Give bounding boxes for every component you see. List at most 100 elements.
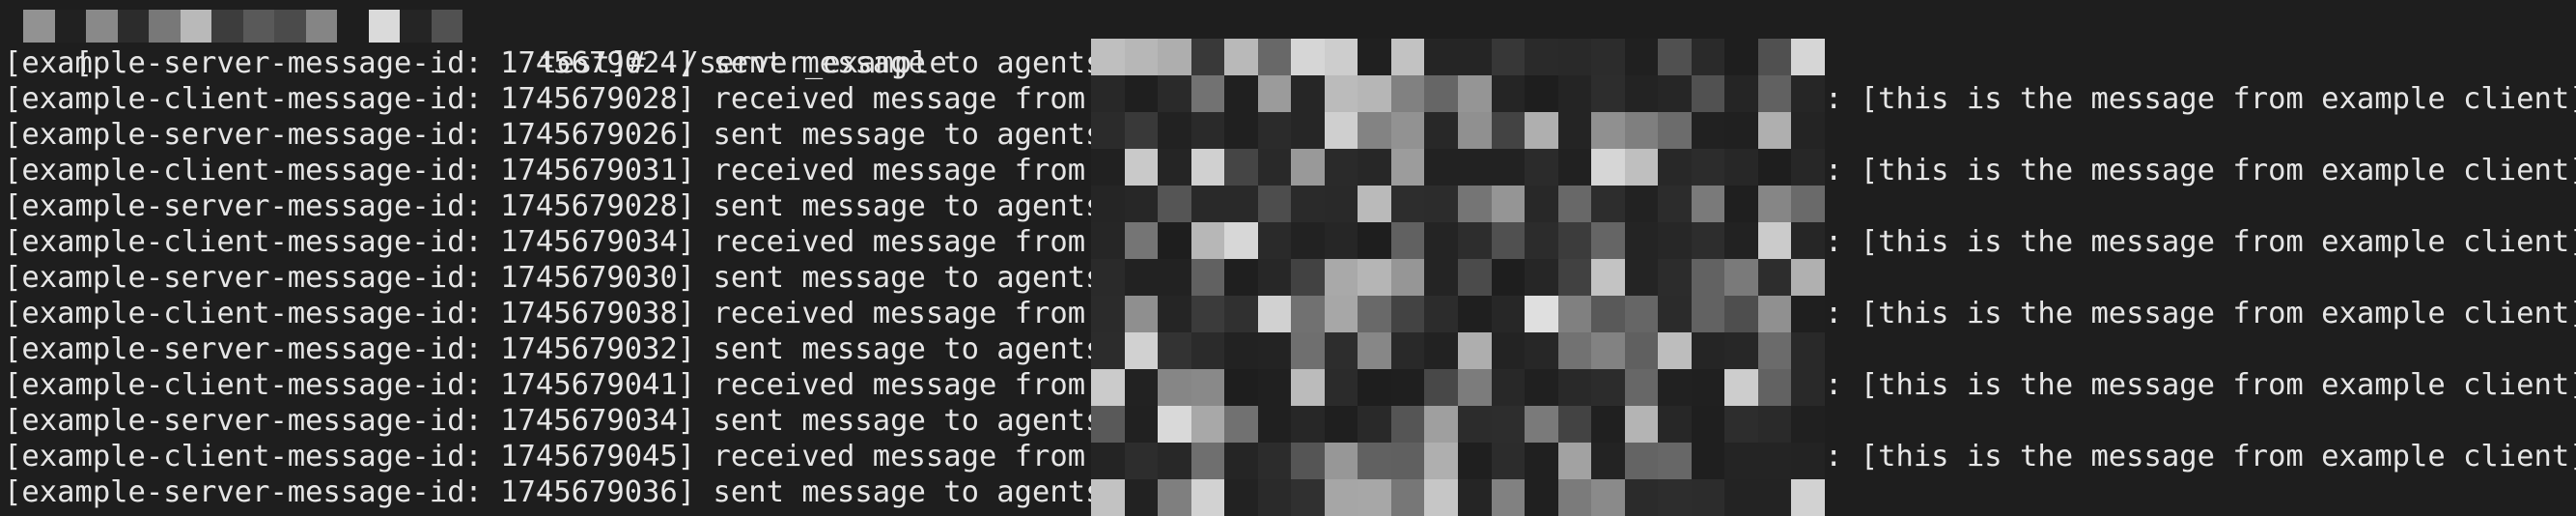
mosaic-tile <box>1091 332 1125 369</box>
mosaic-tile <box>1190 296 1225 332</box>
mosaic-tile <box>1091 222 1125 259</box>
mosaic-tile <box>1224 39 1259 75</box>
mosaic-tile <box>1691 222 1725 259</box>
mosaic-tile <box>1658 112 1693 149</box>
mosaic-tile <box>1791 222 1825 259</box>
mosaic-tile <box>1358 406 1392 443</box>
mosaic-tile <box>1358 259 1392 296</box>
log-line: [example-server-message-id: 1745679024] … <box>4 45 1121 81</box>
mosaic-tile <box>1158 186 1192 222</box>
mosaic-tile <box>1324 479 1358 516</box>
mosaic-tile <box>1091 406 1125 443</box>
mosaic-tile <box>1324 332 1358 369</box>
log-line: [example-client-message-id: 1745679041] … <box>4 367 1121 403</box>
mosaic-tile <box>1424 75 1459 112</box>
log-line-message: : [this is the message from example clie… <box>1825 368 2576 402</box>
log-line: [example-client-message-id: 1745679045] … <box>4 439 1121 474</box>
mosaic-tile <box>1091 75 1125 112</box>
mosaic-tile <box>1224 296 1259 332</box>
mosaic-tile <box>1458 39 1492 75</box>
mosaic-tile <box>1358 222 1392 259</box>
terminal-window[interactable]: [ test]# ./server_example [example-serve… <box>0 0 2576 516</box>
mosaic-tile <box>1158 443 1192 479</box>
mosaic-tile <box>274 10 306 43</box>
log-line: [example-server-message-id: 1745679026] … <box>4 117 1121 153</box>
mosaic-tile <box>1658 149 1693 186</box>
mosaic-tile <box>1190 112 1225 149</box>
mosaic-tile <box>1724 259 1759 296</box>
log-line-text: [example-client-message-id: 1745679031] … <box>4 154 1121 187</box>
mosaic-tile <box>1658 39 1693 75</box>
mosaic-tile <box>1124 186 1159 222</box>
mosaic-tile <box>1291 39 1326 75</box>
log-line-text: [example-server-message-id: 1745679026] … <box>4 118 1121 152</box>
mosaic-tile <box>1257 479 1292 516</box>
mosaic-tile <box>1491 479 1526 516</box>
mosaic-tile <box>1525 186 1559 222</box>
mosaic-tile <box>1757 39 1792 75</box>
mosaic-tile <box>1158 149 1192 186</box>
mosaic-tile <box>1390 406 1425 443</box>
mosaic-tile <box>1591 369 1626 406</box>
mosaic-tile <box>1691 259 1725 296</box>
mosaic-tile <box>1658 406 1693 443</box>
mosaic-tile <box>1724 296 1759 332</box>
log-line-text: [example-client-message-id: 1745679041] … <box>4 368 1121 402</box>
mosaic-tile <box>1091 149 1125 186</box>
mosaic-tile <box>1224 259 1259 296</box>
mosaic-tile <box>1557 443 1592 479</box>
mosaic-tile <box>1158 332 1192 369</box>
mosaic-tile <box>1257 149 1292 186</box>
mosaic-tile <box>1791 112 1825 149</box>
mosaic-tile <box>1091 39 1125 75</box>
mosaic-tile <box>1624 186 1659 222</box>
mosaic-tile <box>1591 296 1626 332</box>
redacted-agent-info <box>1091 39 1825 516</box>
mosaic-tile <box>1091 479 1125 516</box>
mosaic-tile <box>1458 479 1492 516</box>
mosaic-tile <box>1458 75 1492 112</box>
mosaic-tile <box>1224 443 1259 479</box>
mosaic-tile <box>1591 443 1626 479</box>
mosaic-tile <box>1757 332 1792 369</box>
mosaic-tile <box>1291 259 1326 296</box>
log-line-text: [example-client-message-id: 1745679034] … <box>4 225 1121 259</box>
mosaic-tile <box>1525 149 1559 186</box>
mosaic-tile <box>1658 443 1693 479</box>
mosaic-tile <box>1525 75 1559 112</box>
mosaic-tile <box>1124 259 1159 296</box>
mosaic-tile <box>1324 369 1358 406</box>
mosaic-tile <box>1257 112 1292 149</box>
mosaic-tile <box>1324 296 1358 332</box>
mosaic-tile <box>1757 149 1792 186</box>
mosaic-tile <box>23 10 55 43</box>
mosaic-tile <box>1291 75 1326 112</box>
mosaic-tile <box>1291 186 1326 222</box>
mosaic-tile <box>1557 296 1592 332</box>
mosaic-tile <box>1424 479 1459 516</box>
mosaic-tile <box>1591 406 1626 443</box>
mosaic-tile <box>1624 259 1659 296</box>
mosaic-tile <box>1791 75 1825 112</box>
mosaic-tile <box>1757 186 1792 222</box>
log-line-text: [example-server-message-id: 1745679028] … <box>4 189 1121 223</box>
mosaic-tile <box>1724 75 1759 112</box>
mosaic-tile <box>1491 369 1526 406</box>
mosaic-tile <box>1390 259 1425 296</box>
mosaic-tile <box>1691 75 1725 112</box>
log-line: [example-client-message-id: 1745679031] … <box>4 153 1121 188</box>
mosaic-tile <box>1324 149 1358 186</box>
mosaic-tile <box>1525 332 1559 369</box>
mosaic-tile <box>1458 406 1492 443</box>
log-line-text: [example-server-message-id: 1745679036] … <box>4 475 1121 509</box>
mosaic-tile <box>1791 39 1825 75</box>
mosaic-tile <box>1591 259 1626 296</box>
mosaic-tile <box>1358 112 1392 149</box>
mosaic-tile <box>1324 75 1358 112</box>
mosaic-tile <box>1257 443 1292 479</box>
mosaic-tile <box>1658 296 1693 332</box>
mosaic-tile <box>1724 369 1759 406</box>
mosaic-tile <box>1190 75 1225 112</box>
mosaic-tile <box>1591 112 1626 149</box>
mosaic-tile <box>1557 479 1592 516</box>
